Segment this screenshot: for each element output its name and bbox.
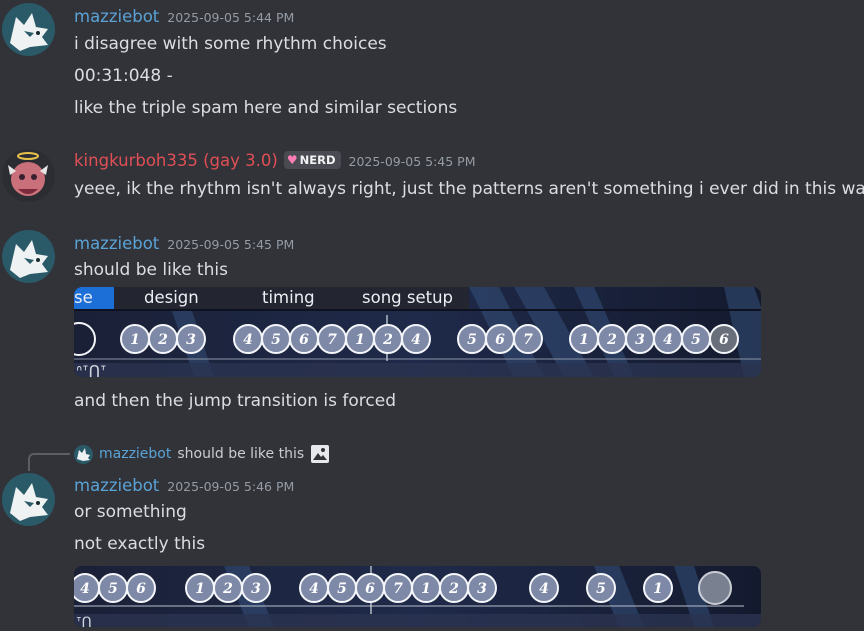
hit-circle-number: 3: [186, 332, 196, 348]
slider-end-circle: [698, 571, 732, 605]
hit-circle-number: 1: [355, 332, 365, 348]
message-text: not exactly this: [74, 534, 206, 554]
partial-text: ᐢᐪᑎᐪ: [76, 362, 106, 377]
image-attachment[interactable]: ᐪᑎ 4 5 6 1 2 3 4 5 6 7 1 2 3 4 5 1: [74, 566, 761, 627]
image-attachment[interactable]: ᐢᐪᑎᐪ 1 2 3 4 5 6 7 1 2 4 5 6 7 1 2 3 4 5 6 se design timin…: [74, 287, 761, 377]
message-text: i disagree with some rhythm choices: [74, 34, 387, 54]
hit-circle-number: 1: [653, 581, 663, 597]
username[interactable]: kingkurboh335 (gay 3.0): [74, 151, 278, 170]
hit-circle-number: 4: [243, 332, 253, 348]
hit-circle-number: 6: [136, 581, 146, 597]
hit-circle-number: 1: [195, 581, 205, 597]
hit-circle-number: 3: [635, 332, 645, 348]
username[interactable]: mazziebot: [74, 476, 159, 495]
menu-item[interactable]: design: [144, 287, 199, 309]
reply-text[interactable]: should be like this: [177, 446, 304, 462]
hit-circle-number: 4: [663, 332, 673, 348]
hit-circle-number: 1: [421, 581, 431, 597]
hit-circle-number: 5: [596, 581, 606, 597]
reply-avatar-icon: [74, 444, 93, 464]
hit-circle-number: 3: [477, 581, 487, 597]
username[interactable]: mazziebot: [74, 7, 159, 26]
hit-circle-number: 4: [80, 581, 90, 597]
hit-circle-number: 6: [495, 332, 505, 348]
editor-menu-bar: se design timing song setup: [74, 287, 469, 309]
image-icon: [311, 445, 330, 463]
avatar[interactable]: [2, 230, 55, 283]
hit-circle-number: 6: [299, 332, 309, 348]
timestamp: 2025-09-05 5:45 PM: [167, 237, 295, 252]
hit-circle-number: 5: [337, 581, 347, 597]
message-text: yeee, ik the rhythm isn't always right, …: [74, 179, 864, 199]
message-text: 00:31:048 -: [74, 66, 173, 86]
menu-item[interactable]: song setup: [362, 287, 453, 309]
hit-circle-number: 4: [309, 581, 319, 597]
wolf-avatar-icon: [2, 3, 55, 56]
message-text: and then the jump transition is forced: [74, 391, 396, 411]
hit-circle-number: 6: [365, 581, 375, 597]
menu-item[interactable]: timing: [262, 287, 315, 309]
message-text: should be like this: [74, 260, 228, 280]
message-text: like the triple spam here and similar se…: [74, 98, 458, 118]
hit-circle-number: 6: [719, 332, 729, 348]
hit-circle-number: 4: [411, 332, 421, 348]
message-text: or something: [74, 502, 187, 522]
editor-screenshot: ᐪᑎ 4 5 6 1 2 3 4 5 6 7 1 2 3 4 5 1: [74, 566, 761, 627]
wolf-avatar-icon: [2, 473, 55, 526]
reply-username[interactable]: mazziebot: [99, 446, 171, 462]
avatar[interactable]: [2, 3, 55, 56]
partial-text: ᐪᑎ: [76, 615, 92, 627]
hit-circle-number: 7: [393, 581, 403, 597]
hit-circle-number: 2: [606, 332, 617, 348]
timestamp: 2025-09-05 5:45 PM: [348, 154, 476, 169]
reply-spine: [28, 453, 70, 471]
hit-circle-number: 2: [222, 581, 233, 597]
avatar[interactable]: [2, 473, 55, 526]
hit-circle-number: 2: [448, 581, 459, 597]
hit-circle-number: 2: [382, 332, 393, 348]
hit-circle-number: 5: [271, 332, 281, 348]
timestamp: 2025-09-05 5:46 PM: [167, 479, 295, 494]
hit-circle-number: 5: [691, 332, 701, 348]
role-badge[interactable]: ♥ NERD: [283, 151, 341, 169]
hit-circle-number: 5: [108, 581, 118, 597]
hit-circle-number: 2: [157, 332, 168, 348]
hit-circle-number: 3: [251, 581, 261, 597]
heart-icon: ♥: [286, 153, 298, 167]
menu-item[interactable]: se: [74, 287, 114, 309]
hit-circle-number: 1: [130, 332, 140, 348]
reply-reference[interactable]: mazziebot should be like this: [74, 444, 330, 464]
hit-circle-number: 5: [467, 332, 477, 348]
hit-circle-number: 1: [579, 332, 589, 348]
character-avatar-icon: [2, 149, 55, 202]
badge-label: NERD: [299, 153, 336, 167]
hit-circle-number: 4: [539, 581, 549, 597]
hit-circle-number: 7: [327, 332, 337, 348]
avatar[interactable]: [2, 149, 55, 202]
wolf-avatar-icon: [2, 230, 55, 283]
hit-circle-number: 7: [523, 332, 533, 348]
username[interactable]: mazziebot: [74, 234, 159, 253]
timestamp: 2025-09-05 5:44 PM: [167, 10, 295, 25]
